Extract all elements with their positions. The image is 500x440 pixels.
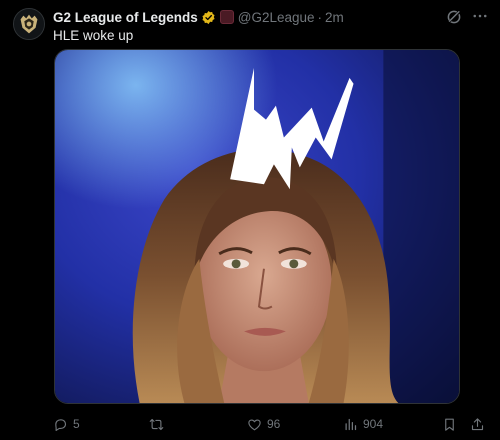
reply-icon	[55, 418, 67, 431]
heart-icon	[248, 418, 261, 430]
analytics-icon	[345, 418, 357, 430]
more-options-icon[interactable]	[471, 7, 489, 25]
affiliate-badge-icon[interactable]	[219, 10, 234, 24]
verified-badge-icon	[201, 10, 216, 25]
retweet-icon	[149, 418, 164, 430]
tweet-media-photo[interactable]	[54, 49, 460, 404]
reply-button[interactable]: 5	[53, 415, 80, 433]
avatar[interactable]	[13, 8, 45, 40]
retweet-button[interactable]	[149, 415, 169, 433]
like-button[interactable]: 96	[247, 415, 280, 433]
bookmark-button[interactable]	[442, 415, 457, 433]
tweet[interactable]: G2 League of Legends @G2League · 2m HLE …	[0, 0, 500, 440]
handle[interactable]: @G2League	[238, 10, 315, 25]
g2-logo-icon	[14, 9, 44, 39]
photo-image	[55, 50, 459, 403]
display-name[interactable]: G2 League of Legends	[53, 10, 198, 25]
views-button[interactable]: 904	[343, 415, 383, 433]
views-count: 904	[363, 417, 384, 431]
share-button[interactable]	[470, 415, 485, 433]
grok-icon[interactable]	[445, 8, 463, 26]
tweet-actions: 5 96 904	[53, 415, 490, 433]
bookmark-icon	[445, 418, 454, 431]
separator: ·	[317, 9, 323, 25]
reply-count: 5	[73, 417, 80, 431]
share-icon	[471, 417, 484, 430]
tweet-text: HLE woke up	[53, 28, 134, 43]
tweet-header: G2 League of Legends @G2League · 2m	[53, 8, 344, 26]
timestamp[interactable]: 2m	[325, 10, 344, 25]
like-count: 96	[267, 417, 281, 431]
